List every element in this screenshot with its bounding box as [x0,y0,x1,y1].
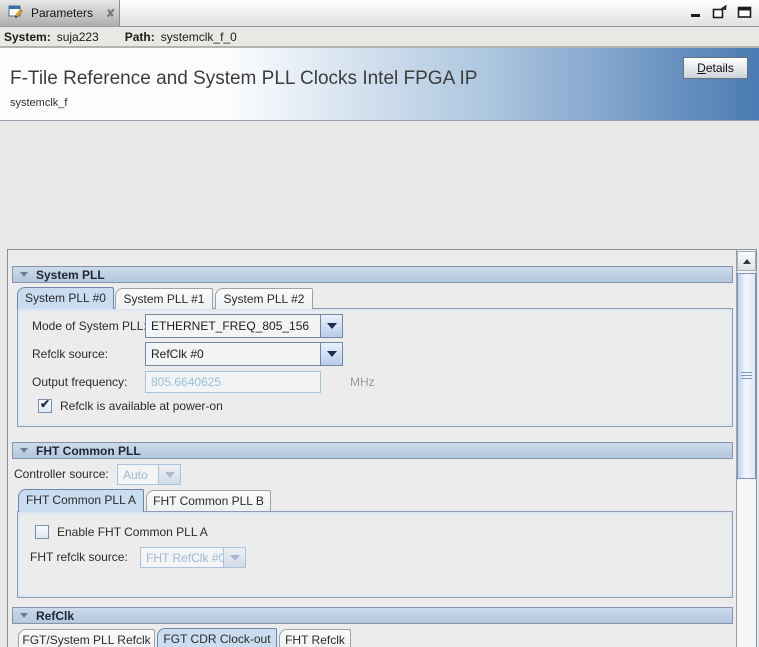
tab-system-pll-0[interactable]: System PLL #0 [17,287,114,309]
tab-fht-common-pll-b[interactable]: FHT Common PLL B [146,490,271,511]
view-tab-bar: Parameters ✘ [0,0,759,27]
system-label: System: [4,30,51,44]
minimize-icon[interactable] [688,5,703,19]
controller-source-selected-value: Auto [118,465,158,484]
content-area: System PLL System PLL #0 System PLL #1 S… [0,121,759,647]
section-title: FHT Common PLL [36,444,141,458]
tab-system-pll-1[interactable]: System PLL #1 [115,288,213,309]
close-icon[interactable]: ✘ [106,7,115,20]
tab-fgt-system-pll-refclk[interactable]: FGT/System PLL Refclk [18,629,155,647]
system-pll-0-panel [17,308,733,427]
tab-fht-common-pll-a[interactable]: FHT Common PLL A [18,489,144,512]
system-value: suja223 [57,30,99,44]
window-buttons [688,5,753,19]
maximize-icon[interactable] [737,5,753,19]
info-bar: System: suja223 Path: systemclk_f_0 [0,27,759,46]
section-header-refclk[interactable]: RefClk [12,607,733,624]
restore-icon[interactable] [712,5,728,19]
controller-source-label: Controller source: [14,464,109,485]
dropdown-arrow-icon [158,465,180,484]
fht-common-pll-a-panel [17,511,733,598]
scroll-pane: System PLL System PLL #0 System PLL #1 S… [7,249,757,647]
view-tab-label: Parameters [31,6,93,20]
tab-system-pll-2[interactable]: System PLL #2 [215,288,313,309]
scrollbar-thumb[interactable] [737,273,756,479]
collapse-triangle-icon [20,613,28,618]
scroll-up-icon[interactable] [737,251,756,271]
details-button[interactable]: Details [683,57,748,79]
tab-fht-refclk[interactable]: FHT Refclk [279,629,351,647]
parameters-icon [8,3,24,24]
collapse-triangle-icon [20,272,28,277]
section-header-fht-common-pll[interactable]: FHT Common PLL [12,442,733,459]
page-title: F-Tile Reference and System PLL Clocks I… [10,68,477,90]
collapse-triangle-icon [20,448,28,453]
path-value: systemclk_f_0 [161,30,237,44]
vertical-scrollbar[interactable] [736,250,756,647]
ip-banner: F-Tile Reference and System PLL Clocks I… [0,48,759,121]
section-title: RefClk [36,609,74,623]
thumb-grip [741,372,752,380]
tab-fgt-cdr-clock-out[interactable]: FGT CDR Clock-out [157,628,277,647]
parameter-editor-window: Parameters ✘ System: suja223 [0,0,759,647]
parameters-viewport: System PLL System PLL #0 System PLL #1 S… [8,250,736,647]
parameters-view-tab[interactable]: Parameters ✘ [0,0,120,26]
controller-source-select: Auto [117,464,181,485]
section-title: System PLL [36,268,105,282]
instance-name: systemclk_f [10,97,67,109]
path-label: Path: [125,30,155,44]
section-header-system-pll[interactable]: System PLL [12,266,733,283]
